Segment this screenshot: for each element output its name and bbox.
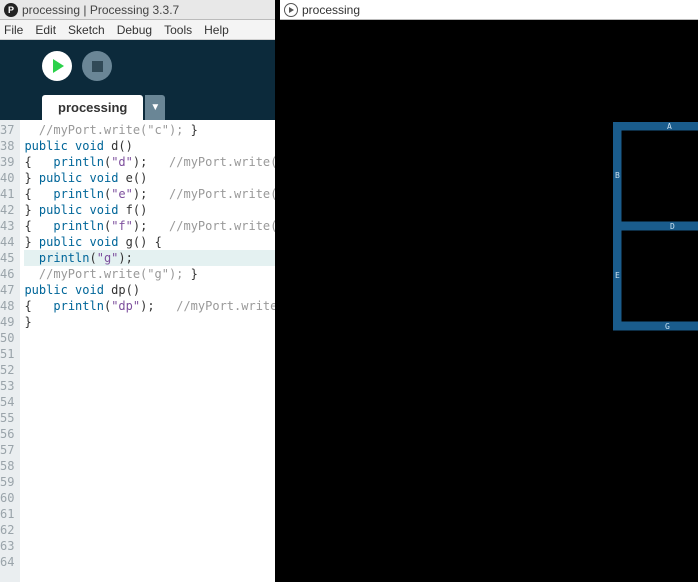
code-line[interactable]: println("d");	[39, 155, 147, 169]
sketch-output-window: processing A B D E G	[280, 0, 698, 582]
line-number: 39	[0, 154, 14, 170]
line-number: 38	[0, 138, 14, 154]
line-number: 48	[0, 298, 14, 314]
play-icon	[53, 59, 64, 73]
code-line[interactable]: public void d()	[24, 139, 132, 153]
code-line[interactable]: public void g()	[39, 235, 147, 249]
line-number: 64	[0, 554, 14, 570]
ide-title: processing | Processing 3.3.7	[22, 3, 179, 17]
line-number: 41	[0, 186, 14, 202]
line-number: 46	[0, 266, 14, 282]
run-button[interactable]	[42, 51, 72, 81]
segment-a	[613, 122, 698, 130]
line-number: 63	[0, 538, 14, 554]
segment-d	[613, 222, 698, 230]
output-title: processing	[302, 3, 360, 17]
line-number: 47	[0, 282, 14, 298]
code-line[interactable]: {	[24, 155, 31, 169]
tab-processing[interactable]: processing	[42, 95, 143, 120]
line-number: 43	[0, 218, 14, 234]
code-line[interactable]: }	[191, 123, 198, 137]
code-line[interactable]: //myPort.write("f");	[155, 219, 275, 233]
processing-logo-icon: P	[4, 3, 18, 17]
code-line[interactable]: println("g");	[24, 250, 275, 266]
line-number: 40	[0, 170, 14, 186]
code-line[interactable]: println("f");	[39, 219, 147, 233]
code-line[interactable]: {	[24, 187, 31, 201]
code-line[interactable]: }	[24, 315, 31, 329]
line-number: 49	[0, 314, 14, 330]
line-number: 44	[0, 234, 14, 250]
code-area[interactable]: //myPort.write("c"); } public void d() {…	[20, 120, 275, 582]
segment-label-g: G	[665, 322, 670, 331]
menu-file[interactable]: File	[4, 23, 23, 37]
code-editor[interactable]: 3738394041424344454647484950515253545556…	[0, 120, 275, 582]
line-number: 51	[0, 346, 14, 362]
segment-g	[613, 322, 698, 330]
ide-title-bar: P processing | Processing 3.3.7	[0, 0, 275, 20]
segment-label-d: D	[670, 222, 675, 231]
code-line[interactable]: {	[24, 299, 31, 313]
line-number: 54	[0, 394, 14, 410]
line-number: 57	[0, 442, 14, 458]
line-number: 59	[0, 474, 14, 490]
code-line[interactable]: }	[24, 203, 31, 217]
ide-window: P processing | Processing 3.3.7 File Edi…	[0, 0, 275, 582]
code-line[interactable]: //myPort.write("d");	[155, 155, 275, 169]
line-number: 58	[0, 458, 14, 474]
stop-button[interactable]	[82, 51, 112, 81]
menu-tools[interactable]: Tools	[164, 23, 192, 37]
line-number: 42	[0, 202, 14, 218]
segment-label-b: B	[615, 171, 620, 180]
seven-segment-display: A B D E G	[613, 122, 698, 337]
toolbar	[0, 40, 275, 92]
stop-icon	[92, 61, 103, 72]
code-line[interactable]: println("dp");	[39, 299, 155, 313]
code-line[interactable]: //myPort.write("g");	[24, 267, 183, 281]
code-line[interactable]: }	[24, 235, 31, 249]
segment-label-e: E	[615, 271, 620, 280]
line-number: 56	[0, 426, 14, 442]
tab-bar: processing ▼	[0, 92, 275, 120]
line-number: 61	[0, 506, 14, 522]
menu-sketch[interactable]: Sketch	[68, 23, 105, 37]
code-line[interactable]: println("e");	[39, 187, 147, 201]
tab-dropdown-button[interactable]: ▼	[145, 95, 165, 120]
output-title-bar: processing	[280, 0, 698, 20]
chevron-down-icon: ▼	[150, 102, 160, 113]
code-line[interactable]: public void f()	[39, 203, 147, 217]
segment-label-a: A	[667, 122, 672, 131]
sketch-window-icon	[284, 3, 298, 17]
line-number: 45	[0, 250, 14, 266]
line-number: 37	[0, 122, 14, 138]
menu-help[interactable]: Help	[204, 23, 229, 37]
code-line[interactable]: //myPort.write("c");	[24, 123, 183, 137]
menu-debug[interactable]: Debug	[117, 23, 152, 37]
line-number: 55	[0, 410, 14, 426]
line-number: 60	[0, 490, 14, 506]
code-line[interactable]: {	[155, 235, 162, 249]
code-line[interactable]: {	[24, 219, 31, 233]
menu-bar: File Edit Sketch Debug Tools Help	[0, 20, 275, 40]
code-line[interactable]: }	[191, 267, 198, 281]
menu-edit[interactable]: Edit	[35, 23, 56, 37]
line-number: 53	[0, 378, 14, 394]
line-number: 52	[0, 362, 14, 378]
line-number: 50	[0, 330, 14, 346]
code-line[interactable]: //myPort.write("e");	[155, 187, 275, 201]
play-icon	[289, 7, 294, 13]
gutter: 3738394041424344454647484950515253545556…	[0, 120, 20, 582]
code-line[interactable]: public void e()	[39, 171, 147, 185]
code-line[interactable]: }	[24, 171, 31, 185]
line-number: 62	[0, 522, 14, 538]
code-line[interactable]: public void dp()	[24, 283, 140, 297]
code-line[interactable]: //myPort.write("h");	[162, 299, 275, 313]
